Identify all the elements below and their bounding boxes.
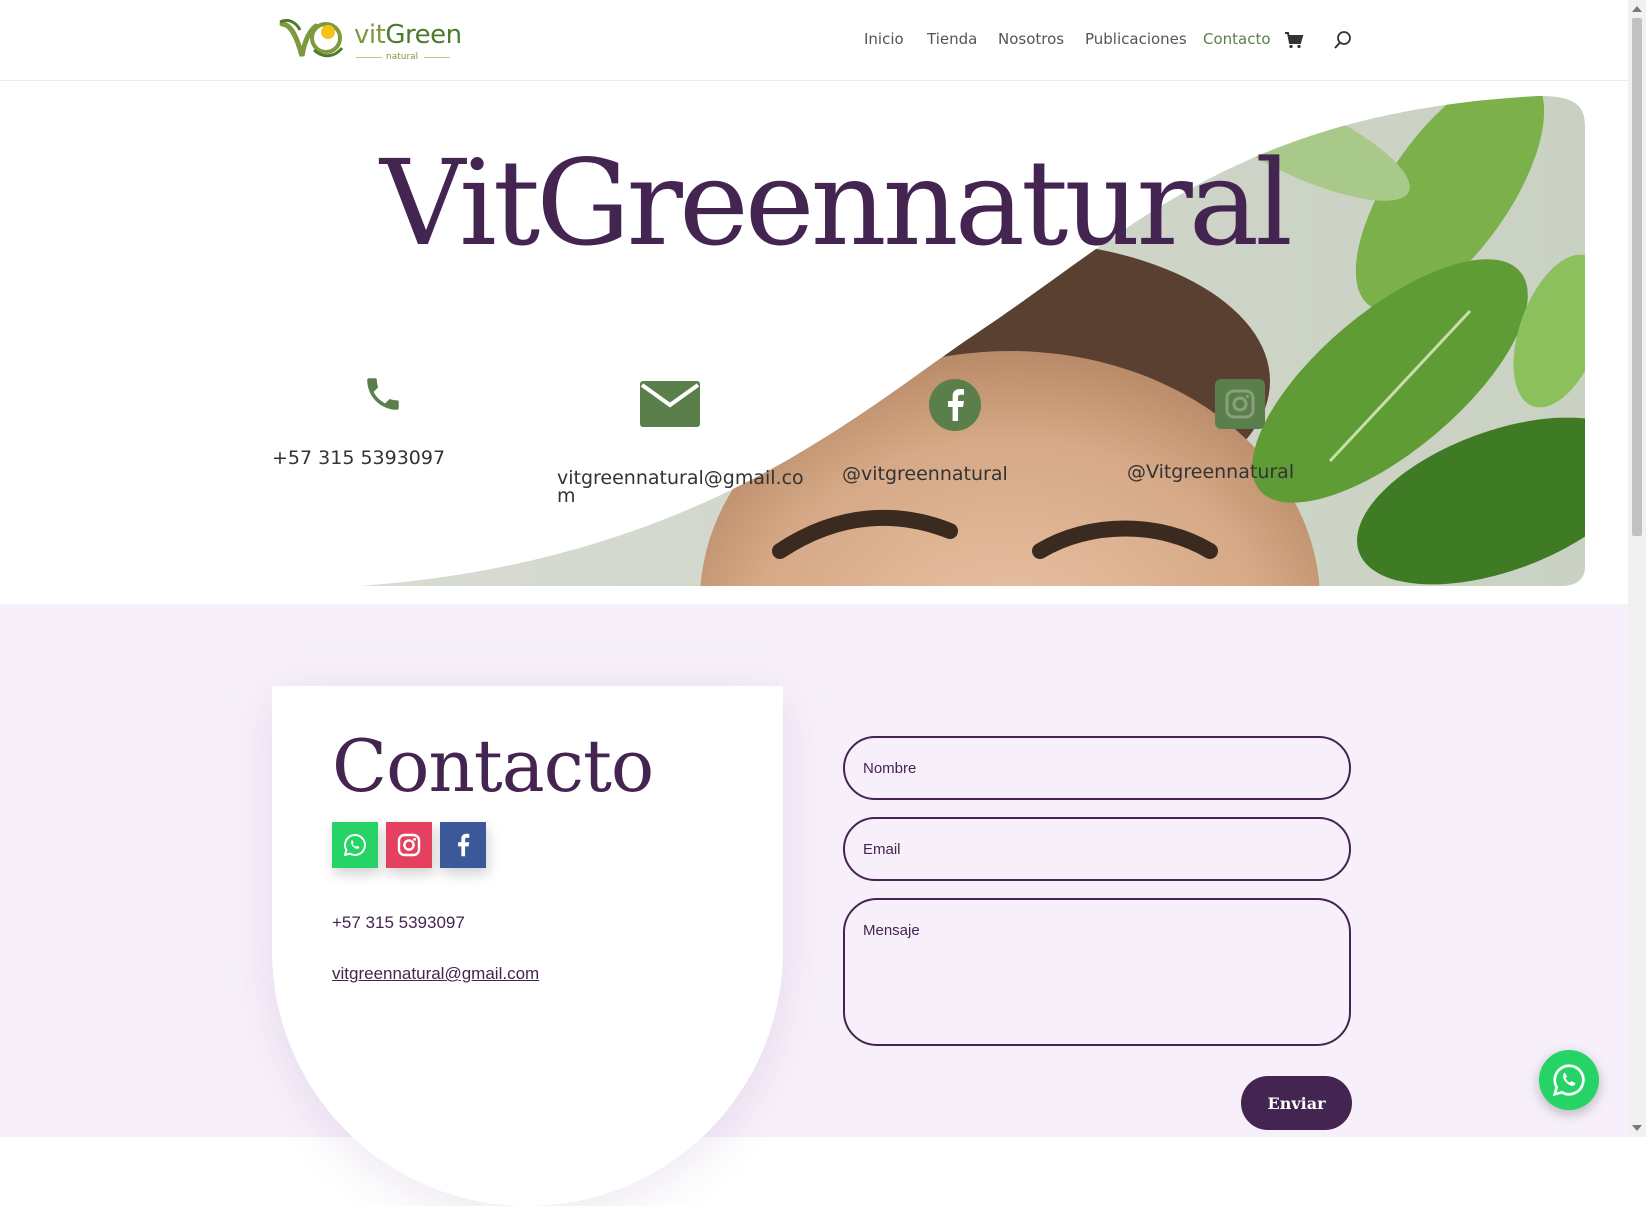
instagram-glyph — [1225, 389, 1255, 419]
hero-email-text: vitgreennatural@gmail.co m — [557, 467, 804, 507]
scroll-thumb[interactable] — [1632, 18, 1642, 536]
phone-icon[interactable] — [362, 373, 404, 415]
search-icon[interactable] — [1333, 30, 1353, 50]
hero-section: VitGreennatural +57 315 5393097 vitgreen… — [0, 81, 1628, 604]
facebook-icon[interactable] — [929, 379, 981, 431]
message-textarea[interactable] — [843, 898, 1351, 1046]
scroll-up-arrow-icon[interactable] — [1632, 6, 1642, 12]
hero-facebook-text: @vitgreennatural — [842, 463, 1008, 485]
instagram-icon — [397, 833, 421, 857]
page-scrollbar[interactable] — [1628, 0, 1646, 1137]
contact-title: Contacto — [332, 724, 654, 808]
contact-card: Contacto +57 315 5393097 vitgreennatural… — [272, 686, 783, 1206]
card-phone-text: +57 315 5393097 — [332, 913, 465, 932]
contact-section: Contacto +57 315 5393097 vitgreennatural… — [0, 604, 1628, 1206]
instagram-icon[interactable] — [1215, 379, 1265, 429]
card-email-link[interactable]: vitgreennatural@gmail.com — [332, 964, 539, 984]
scroll-down-arrow-icon[interactable] — [1632, 1125, 1642, 1131]
send-button[interactable]: Enviar — [1241, 1076, 1352, 1130]
facebook-f-glyph — [948, 389, 964, 421]
logo-wordmark: vitGreen — [354, 20, 462, 50]
whatsapp-float-button[interactable] — [1539, 1050, 1599, 1110]
logo-divider — [356, 57, 382, 58]
nav-item-inicio[interactable]: Inicio — [864, 30, 904, 48]
email-input[interactable] — [843, 817, 1351, 881]
nav-item-tienda[interactable]: Tienda — [927, 30, 977, 48]
hero-title: VitGreennatural — [380, 134, 1293, 272]
nav-item-publicaciones[interactable]: Publicaciones — [1085, 30, 1187, 48]
hero-instagram-text: @Vitgreennatural — [1127, 461, 1295, 483]
whatsapp-button[interactable] — [332, 822, 378, 868]
name-input[interactable] — [843, 736, 1351, 800]
site-header: vitGreen natural Inicio Tienda Nosotros … — [0, 0, 1628, 81]
instagram-button[interactable] — [386, 822, 432, 868]
logo-subtitle: natural — [386, 52, 419, 62]
leaf-logo-icon — [279, 18, 344, 58]
logo-divider — [424, 57, 450, 58]
cart-icon[interactable] — [1284, 30, 1304, 50]
nav-item-contacto[interactable]: Contacto — [1203, 30, 1271, 48]
brand-logo[interactable]: vitGreen natural — [278, 14, 462, 64]
facebook-icon — [458, 833, 470, 857]
nav-item-nosotros[interactable]: Nosotros — [998, 30, 1064, 48]
whatsapp-icon — [343, 833, 366, 857]
envelope-icon[interactable] — [640, 381, 700, 427]
hero-phone-text: +57 315 5393097 — [272, 447, 446, 469]
whatsapp-icon — [1552, 1064, 1585, 1097]
facebook-button[interactable] — [440, 822, 486, 868]
